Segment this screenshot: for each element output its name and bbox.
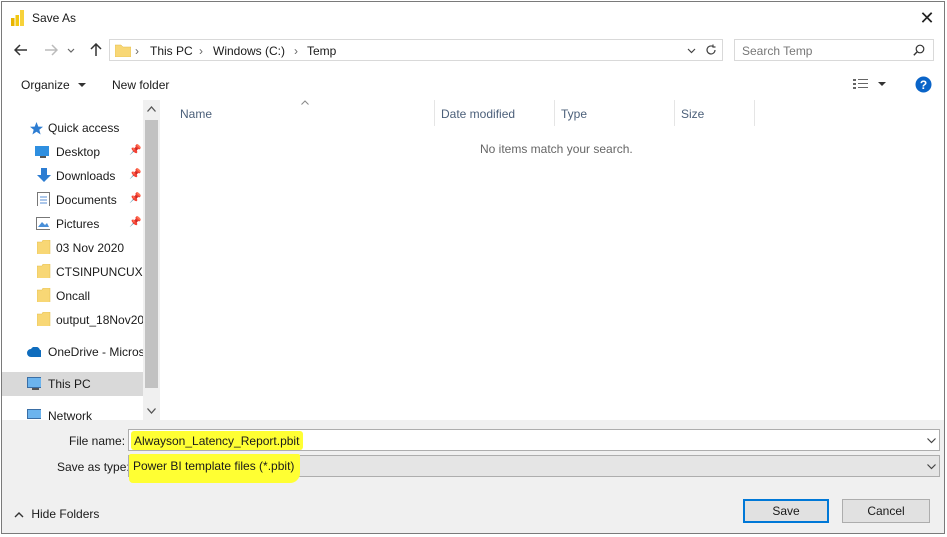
column-header-type[interactable]: Type: [561, 107, 587, 121]
save-as-type-value: Power BI template files (*.pbit): [129, 454, 301, 483]
column-divider[interactable]: [754, 100, 755, 126]
save-type-dropdown-chevron-icon[interactable]: [927, 464, 936, 470]
column-divider[interactable]: [554, 100, 555, 126]
breadcrumb-separator-icon: ›: [294, 44, 298, 58]
cloud-icon: [27, 347, 41, 357]
folder-icon: [37, 312, 51, 326]
empty-message: No items match your search.: [480, 142, 633, 156]
sidebar-item-network[interactable]: Network: [2, 404, 144, 420]
breadcrumb-separator-icon: ›: [135, 44, 139, 58]
recent-locations-chevron-icon[interactable]: [64, 39, 78, 61]
svg-text:?: ?: [920, 78, 927, 92]
pictures-icon: [36, 217, 50, 230]
address-dropdown-chevron-icon[interactable]: [687, 48, 696, 54]
download-arrow-icon: [37, 168, 51, 182]
address-bar[interactable]: › This PC › Windows (C:) › Temp: [109, 39, 723, 61]
scroll-down-arrow-icon[interactable]: [147, 408, 156, 414]
pin-icon: 📌: [129, 193, 142, 204]
breadcrumb-temp[interactable]: Temp: [307, 44, 336, 58]
command-toolbar: Organize New folder ?: [2, 72, 944, 98]
folder-icon: [115, 44, 131, 57]
back-arrow-icon[interactable]: [10, 39, 32, 61]
pin-icon: 📌: [129, 169, 142, 180]
organize-button[interactable]: Organize: [21, 78, 87, 92]
pin-icon: 📌: [129, 217, 142, 228]
organize-label: Organize: [21, 78, 70, 92]
sidebar-item-label: Network: [48, 409, 93, 420]
navigation-pane: Quick access Desktop 📌 Downloads 📌 Docum…: [2, 100, 160, 420]
breadcrumb-windows-c[interactable]: Windows (C:): [213, 44, 285, 58]
refresh-icon[interactable]: [705, 44, 717, 56]
sidebar-item-label: Quick access: [48, 121, 120, 135]
sidebar-item-label: Oncall: [56, 289, 91, 303]
view-dropdown-chevron-icon[interactable]: [878, 82, 886, 87]
powerbi-logo-icon: [11, 10, 24, 26]
save-button[interactable]: Save: [743, 499, 829, 523]
column-header-date-modified[interactable]: Date modified: [441, 107, 515, 121]
help-icon[interactable]: ?: [915, 76, 932, 93]
cancel-button[interactable]: Cancel: [842, 499, 930, 523]
scroll-up-arrow-icon[interactable]: [147, 106, 156, 112]
search-icon[interactable]: [913, 44, 925, 56]
sidebar-item-label: This PC: [48, 377, 91, 391]
search-input[interactable]: Search Temp: [742, 44, 812, 58]
save-as-type-select[interactable]: Power BI template files (*.pbit): [128, 454, 940, 483]
sort-up-arrow-icon: [301, 100, 309, 105]
file-name-input[interactable]: Alwayson_Latency_Report.pbit: [131, 431, 304, 450]
forward-arrow-icon[interactable]: [40, 39, 62, 61]
save-as-type-label: Save as type:: [57, 460, 130, 474]
folder-icon: [37, 288, 51, 302]
sidebar-item-documents[interactable]: Documents 📌: [2, 188, 144, 212]
sidebar-item-quick-access[interactable]: Quick access: [2, 116, 144, 140]
sidebar-item-desktop[interactable]: Desktop 📌: [2, 140, 144, 164]
save-form-panel: File name: Alwayson_Latency_Report.pbit …: [2, 420, 944, 533]
sidebar-item-onedrive[interactable]: OneDrive - Micros: [2, 340, 144, 364]
search-box[interactable]: Search Temp: [734, 39, 934, 61]
sidebar-item-label: CTSINPUNCUXP: [56, 265, 144, 279]
breadcrumb-separator-icon: ›: [199, 44, 203, 58]
hide-folders-label: Hide Folders: [31, 507, 100, 521]
folder-icon: [37, 264, 51, 278]
breadcrumb-this-pc[interactable]: This PC: [150, 44, 193, 58]
save-as-dialog: Save As ✕ › This PC › Windows (C:) › Tem…: [1, 1, 945, 534]
column-divider[interactable]: [434, 100, 435, 126]
close-icon[interactable]: ✕: [914, 6, 940, 30]
file-list[interactable]: Name Date modified Type Size No items ma…: [160, 100, 944, 420]
pin-icon: 📌: [129, 145, 142, 156]
hide-folders-button[interactable]: Hide Folders: [14, 507, 99, 521]
column-header-name[interactable]: Name: [180, 107, 212, 121]
scrollbar-thumb[interactable]: [145, 120, 158, 388]
column-header-size[interactable]: Size: [681, 107, 704, 121]
window-title: Save As: [32, 11, 77, 25]
sidebar-item-this-pc[interactable]: This PC: [2, 372, 144, 396]
folder-icon: [37, 240, 51, 254]
sidebar-item-label: 03 Nov 2020: [56, 241, 125, 255]
computer-icon: [27, 377, 41, 390]
column-divider[interactable]: [674, 100, 675, 126]
sidebar-item-folder[interactable]: 03 Nov 2020: [2, 236, 144, 260]
sidebar-item-downloads[interactable]: Downloads 📌: [2, 164, 144, 188]
sidebar-item-pictures[interactable]: Pictures 📌: [2, 212, 144, 236]
network-icon: [27, 409, 41, 419]
new-folder-button[interactable]: New folder: [112, 78, 169, 92]
sidebar-item-folder[interactable]: output_18Nov20: [2, 308, 144, 332]
chevron-up-icon: [14, 512, 24, 518]
desktop-icon: [35, 146, 49, 158]
file-name-dropdown-chevron-icon[interactable]: [927, 438, 936, 444]
file-name-field[interactable]: Alwayson_Latency_Report.pbit: [128, 429, 940, 451]
star-icon: [30, 122, 43, 135]
sidebar-item-folder[interactable]: CTSINPUNCUXP: [2, 260, 144, 284]
title-bar: Save As ✕: [2, 2, 944, 34]
view-options-icon[interactable]: [853, 78, 869, 90]
document-icon: [37, 192, 50, 206]
sidebar-item-folder[interactable]: Oncall: [2, 284, 144, 308]
sidebar-item-label: output_18Nov20: [56, 313, 144, 327]
up-arrow-icon[interactable]: [85, 39, 107, 61]
sidebar-item-label: OneDrive - Micros: [48, 345, 144, 359]
file-name-label: File name:: [69, 434, 126, 448]
